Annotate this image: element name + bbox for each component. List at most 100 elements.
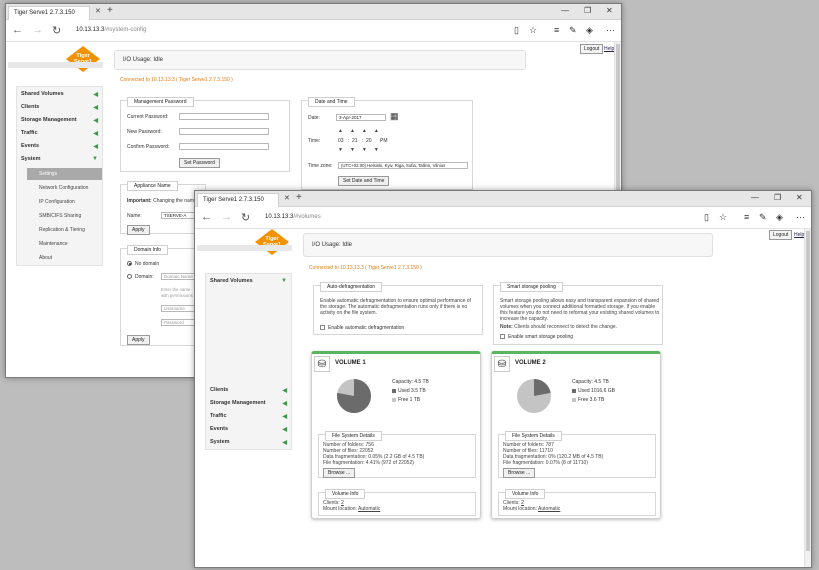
browser-tab[interactable]: Tiger Serve1 2.7.3.150	[8, 6, 90, 20]
mount-location-label: Mount location:	[503, 506, 537, 512]
auto-defrag-description: Enable automatic defragmentation to ensu…	[320, 298, 471, 316]
auto-defrag-checkbox[interactable]	[320, 325, 325, 330]
address-bar: ← → ↻ 10.13.13.3/#volumes ▯ ☆ ≡ ✎ ◈ ⋯	[195, 207, 811, 229]
time-down-arrows[interactable]: ▼▼▼▼	[338, 147, 386, 153]
more-icon[interactable]: ⋯	[796, 212, 805, 223]
restore-icon[interactable]: ❐	[584, 6, 591, 15]
confirm-password-input[interactable]	[179, 143, 269, 150]
no-domain-radio[interactable]	[127, 261, 132, 266]
scrollbar-thumb[interactable]	[616, 44, 620, 194]
browser-tab[interactable]: Tiger Serve1 2.7.3.150	[197, 193, 279, 207]
io-usage-bar: I/O Usage: Idle	[303, 233, 713, 257]
sidebar-item-storage-management[interactable]: Storage Management ◀	[21, 117, 98, 127]
management-password-title: Management Password	[127, 97, 194, 107]
sidebar-subitem-network-configuration[interactable]: Network Configuration	[27, 182, 102, 194]
new-password-input[interactable]	[179, 128, 269, 135]
close-tab-icon[interactable]: ✕	[95, 7, 101, 15]
timezone-select[interactable]: (UTC+02:00) Helsinki, Kyiv, Riga, Sofia,…	[338, 162, 468, 169]
refresh-icon[interactable]: ↻	[241, 211, 250, 224]
help-link[interactable]: Help	[794, 232, 804, 238]
scrollbar[interactable]	[804, 229, 811, 567]
volume-capacity: Capacity: 4.5 TB	[572, 379, 609, 385]
share-icon[interactable]: ◈	[776, 212, 783, 223]
sidebar-subitem-maintenance[interactable]: Maintenance	[27, 238, 102, 250]
time-hours[interactable]: 03	[338, 138, 344, 144]
forward-icon[interactable]: →	[32, 24, 43, 36]
hub-icon[interactable]: ≡	[744, 212, 749, 222]
sidebar-subitem-ip-configuration[interactable]: IP Configuration	[27, 196, 102, 208]
calendar-icon[interactable]: ▦	[390, 111, 399, 122]
smart-pooling-checkbox[interactable]	[500, 334, 505, 339]
current-password-input[interactable]	[179, 113, 269, 120]
scrollbar-thumb[interactable]	[806, 231, 810, 551]
refresh-icon[interactable]: ↻	[52, 24, 61, 37]
web-note-icon[interactable]: ✎	[569, 25, 577, 36]
url-field[interactable]: 10.13.13.3/#volumes	[265, 214, 321, 220]
sidebar-subitem-smb-cifs-sharing[interactable]: SMB/CIFS Sharing	[27, 210, 102, 222]
sidebar-item-system[interactable]: System ◀	[210, 439, 287, 449]
free-legend-swatch	[392, 397, 396, 402]
auto-defrag-title: Auto-defragmentation	[320, 282, 383, 292]
date-input[interactable]: 3-Apr-2017	[336, 114, 386, 121]
sidebar-item-system[interactable]: System ▼	[21, 156, 98, 166]
logout-button[interactable]: Logout	[580, 44, 604, 54]
volume-used: Used 3.5 TB	[398, 388, 426, 394]
sidebar-subitem-settings[interactable]: Settings	[27, 168, 102, 180]
set-password-button[interactable]: Set Password	[179, 158, 220, 168]
domain-apply-button[interactable]: Apply	[127, 335, 150, 345]
sidebar-item-events[interactable]: Events ◀	[21, 143, 98, 153]
smart-pooling-panel: Smart storage pooling Smart storage pool…	[493, 282, 663, 345]
sidebar-item-shared-volumes[interactable]: Shared Volumes ◀	[21, 91, 98, 101]
domain-hint: Enter the name with permissions	[161, 287, 193, 298]
help-link[interactable]: Help	[604, 46, 614, 52]
appliance-apply-button[interactable]: Apply	[127, 225, 150, 235]
no-domain-label: No domain	[135, 261, 160, 267]
sidebar-item-traffic[interactable]: Traffic ◀	[210, 413, 287, 423]
reading-view-icon[interactable]: ▯	[514, 25, 519, 36]
sidebar-item-events[interactable]: Events ◀	[210, 426, 287, 436]
forward-icon[interactable]: →	[221, 211, 232, 223]
sidebar-subitem-replication-tiering[interactable]: Replication & Tiering	[27, 224, 102, 236]
more-icon[interactable]: ⋯	[606, 25, 615, 36]
appliance-name-title: Appliance Name	[127, 181, 178, 191]
web-note-icon[interactable]: ✎	[759, 212, 767, 223]
file-system-details-title: File System Details	[325, 431, 382, 441]
logout-button[interactable]: Logout	[769, 230, 793, 240]
reading-view-icon[interactable]: ▯	[704, 212, 709, 223]
minimize-icon[interactable]: —	[751, 193, 759, 202]
sidebar-item-clients[interactable]: Clients ◀	[21, 104, 98, 114]
date-time-panel: Date and Time Date: 3-Apr-2017 ▦ Time: ▲…	[301, 97, 473, 190]
sidebar-item-traffic[interactable]: Traffic ◀	[21, 130, 98, 140]
tab-title: Tiger Serve1 2.7.3.150	[14, 10, 75, 16]
sidebar: Shared Volumes ◀ Clients ◀ Storage Managem…	[16, 86, 103, 266]
new-tab-icon[interactable]: +	[296, 192, 302, 203]
browse-button[interactable]: Browse ...	[323, 468, 356, 478]
sidebar-subitem-about[interactable]: About	[27, 252, 102, 264]
page-content: TigerServe1 I/O Usage: Idle Logout Help …	[195, 229, 811, 567]
url-field[interactable]: 10.13.13.3/#system-config	[76, 27, 146, 33]
favorite-star-icon[interactable]: ☆	[529, 25, 537, 36]
sidebar-item-clients[interactable]: Clients ◀	[210, 387, 287, 397]
restore-icon[interactable]: ❐	[774, 193, 781, 202]
smart-pooling-description: Smart storage pooling allows easy and tr…	[500, 298, 660, 322]
favorite-star-icon[interactable]: ☆	[719, 212, 727, 223]
free-legend-swatch	[572, 397, 576, 402]
minimize-icon[interactable]: —	[561, 6, 569, 15]
sidebar-item-shared-volumes[interactable]: Shared Volumes ▼	[210, 278, 287, 288]
close-window-icon[interactable]: ✕	[796, 193, 803, 202]
new-tab-icon[interactable]: +	[107, 5, 113, 16]
hub-icon[interactable]: ≡	[554, 25, 559, 35]
back-icon[interactable]: ←	[201, 211, 212, 223]
domain-radio[interactable]	[127, 274, 132, 279]
time-minutes[interactable]: 21	[352, 138, 358, 144]
set-date-time-button[interactable]: Set Date and Time	[338, 176, 390, 186]
browse-button[interactable]: Browse ...	[503, 468, 536, 478]
share-icon[interactable]: ◈	[586, 25, 593, 36]
time-seconds[interactable]: 20	[366, 138, 372, 144]
time-up-arrows[interactable]: ▲▲▲▲	[338, 128, 386, 134]
close-window-icon[interactable]: ✕	[606, 6, 613, 15]
close-tab-icon[interactable]: ✕	[284, 194, 290, 202]
back-icon[interactable]: ←	[12, 24, 23, 36]
sidebar-item-storage-management[interactable]: Storage Management ◀	[210, 400, 287, 410]
time-ampm[interactable]: PM	[380, 138, 388, 144]
